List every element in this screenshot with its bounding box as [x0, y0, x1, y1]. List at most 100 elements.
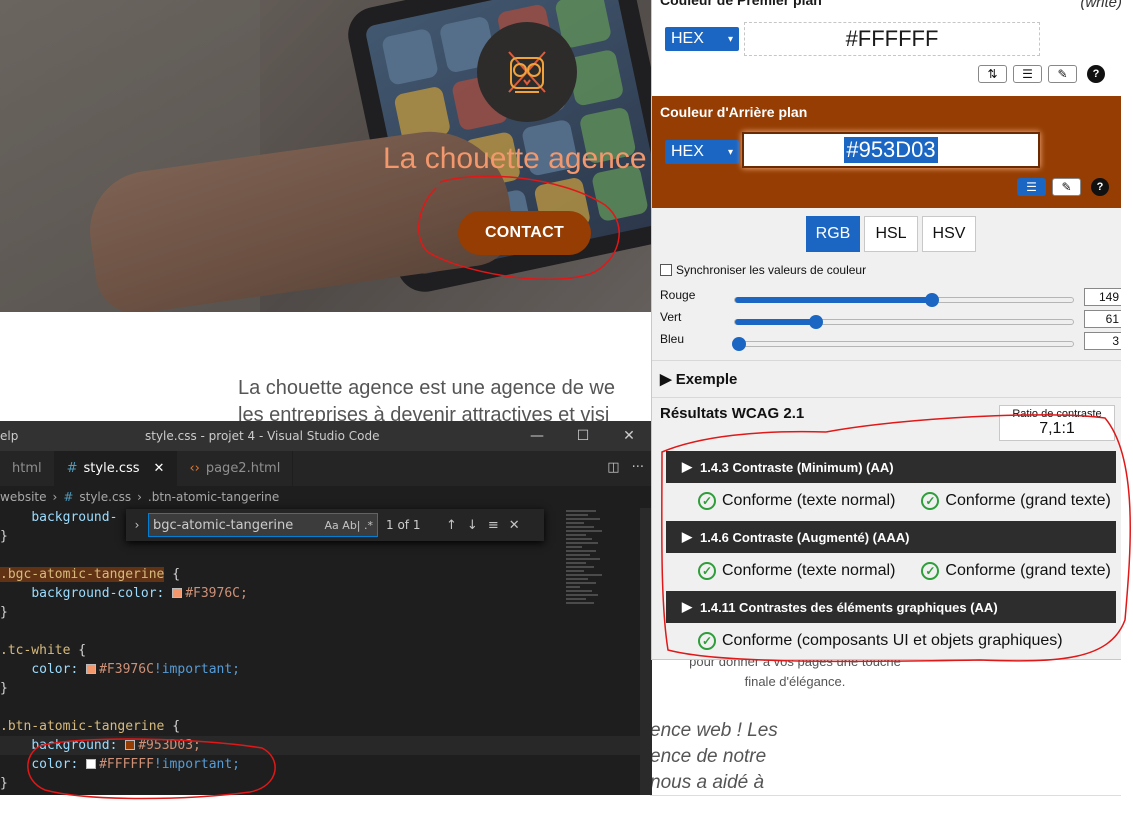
expand-triangle-icon: ▶: [682, 599, 692, 614]
criterion-1-4-3[interactable]: ▶ 1.4.3 Contraste (Minimum) (AA): [666, 451, 1116, 483]
check-icon: ✓: [698, 562, 716, 580]
find-input[interactable]: bgc-atomic-tangerine Aa Ab| .*: [148, 513, 378, 537]
check-icon: ✓: [698, 632, 716, 650]
help-icon[interactable]: ?: [1087, 65, 1105, 83]
vscode-titlebar: elp style.css - projet 4 - Visual Studio…: [0, 421, 652, 451]
swap-colors-icon[interactable]: ⇅: [978, 65, 1007, 83]
color-swatch[interactable]: [125, 740, 136, 750]
minimap[interactable]: [566, 508, 614, 795]
owl-logo: [477, 22, 577, 122]
testimonial-line1: ence web ! Les: [650, 720, 778, 741]
close-tab-icon[interactable]: ✕: [154, 461, 165, 476]
foreground-section: Couleur de Premier plan (write) HEX ▾ #F…: [652, 0, 1121, 96]
css-file-icon: #: [63, 490, 74, 504]
result-row: ✓ Conforme (texte normal) ✓ Conforme (gr…: [698, 492, 1111, 510]
menu-help[interactable]: elp: [0, 429, 18, 443]
check-icon: ✓: [921, 492, 940, 510]
tab-hsv[interactable]: HSV: [922, 216, 976, 252]
foreground-format-select[interactable]: HEX ▾: [665, 27, 739, 51]
vscode-window: elp style.css - projet 4 - Visual Studio…: [0, 421, 652, 795]
help-icon[interactable]: ?: [1091, 178, 1109, 196]
background-title: Couleur d'Arrière plan: [660, 104, 808, 120]
foreground-title: Couleur de Premier plan: [660, 0, 822, 8]
contrast-ratio-value: 7,1:1: [1039, 420, 1075, 437]
expand-triangle-icon: ▶: [682, 459, 692, 474]
expand-triangle-icon: ▶: [682, 529, 692, 544]
close-icon[interactable]: ✕: [606, 421, 652, 451]
window-title: style.css - projet 4 - Visual Studio Cod…: [145, 429, 380, 443]
color-swatch[interactable]: [172, 588, 183, 598]
color-mode-tabs: RGB HSL HSV: [806, 216, 976, 252]
tab-label: page2.html: [205, 461, 281, 476]
html-file-icon: ‹›: [189, 461, 200, 476]
eyedropper-icon[interactable]: ✎: [1052, 178, 1081, 196]
chevron-down-icon: ▾: [727, 146, 733, 158]
breadcrumb-sep-icon: ›: [52, 490, 58, 504]
contrast-checker-panel: Couleur de Premier plan (write) HEX ▾ #F…: [651, 0, 1121, 660]
check-icon: ✓: [921, 562, 940, 580]
eyedropper-icon[interactable]: ✎: [1048, 65, 1077, 83]
slider-blue: Bleu 3: [660, 332, 1121, 354]
sync-colors: Synchroniser les valeurs de couleur: [660, 263, 866, 277]
hero-title: La chouette agence: [383, 142, 647, 175]
color-swatch[interactable]: [86, 664, 97, 674]
background-section: Couleur d'Arrière plan HEX ▾ #953D03 ☰ ✎…: [652, 96, 1121, 208]
tab-rgb[interactable]: RGB: [806, 216, 860, 252]
split-editor-icon[interactable]: ◫: [607, 460, 619, 475]
foreground-hex-input[interactable]: #FFFFFF: [744, 22, 1040, 56]
blue-slider[interactable]: [731, 337, 1074, 351]
slider-red: Rouge 149: [660, 288, 1121, 310]
search-match: .bgc-atomic-tangerine: [0, 567, 165, 582]
criterion-1-4-11[interactable]: ▶ 1.4.11 Contrastes des éléments graphiq…: [666, 591, 1116, 623]
tab-hsl[interactable]: HSL: [864, 216, 918, 252]
match-count: 1 of 1: [386, 518, 421, 532]
green-slider[interactable]: [734, 315, 1074, 329]
owl-icon: [508, 51, 546, 93]
previous-match-icon[interactable]: ↑: [446, 518, 457, 533]
red-slider[interactable]: [734, 293, 1074, 307]
chevron-down-icon: ▾: [727, 33, 733, 45]
blue-value-input[interactable]: 3: [1084, 332, 1121, 350]
next-match-icon[interactable]: ↓: [467, 518, 478, 533]
slider-green: Vert 61: [660, 310, 1121, 332]
breadcrumb-folder[interactable]: website: [0, 490, 47, 504]
color-swatch[interactable]: [86, 759, 97, 769]
wcag-results-title: Résultats WCAG 2.1: [660, 405, 805, 422]
tab-page2-html[interactable]: ‹› page2.html: [177, 451, 294, 486]
contact-button[interactable]: CONTACT: [458, 211, 591, 255]
minimize-icon[interactable]: —: [514, 421, 560, 451]
result-row: ✓ Conforme (texte normal) ✓ Conforme (gr…: [698, 562, 1111, 580]
foreground-hint: (write): [1080, 0, 1121, 11]
editor-tabs: html # style.css ✕ ‹› page2.html ◫ ···: [0, 451, 652, 486]
breadcrumb-sep-icon: ›: [137, 490, 142, 504]
find-options-icons[interactable]: Aa Ab| .*: [325, 519, 377, 532]
small-text-line2: finale d'élégance.: [744, 674, 846, 689]
contrast-ratio-box: Ratio de contraste 7,1:1: [999, 405, 1115, 441]
intro-text-line1: La chouette agence est une agence de we: [238, 377, 615, 399]
sliders-icon[interactable]: ☰: [1017, 178, 1046, 196]
background-hex-input[interactable]: #953D03: [742, 132, 1040, 168]
green-value-input[interactable]: 61: [1084, 310, 1121, 328]
red-value-input[interactable]: 149: [1084, 288, 1121, 306]
sliders-icon[interactable]: ☰: [1013, 65, 1042, 83]
breadcrumb-file[interactable]: style.css: [79, 490, 131, 504]
close-find-icon[interactable]: ✕: [509, 518, 520, 533]
contrast-ratio-label: Ratio de contraste: [1012, 408, 1102, 420]
testimonial-text: ence web ! Les ence de notre nous a aidé…: [650, 718, 778, 796]
result-row: ✓ Conforme (composants UI et objets grap…: [698, 632, 1063, 650]
maximize-icon[interactable]: ☐: [560, 421, 606, 451]
code-editor[interactable]: background- } .bgc-atomic-tangerine { ba…: [0, 508, 652, 793]
breadcrumb-symbol[interactable]: .btn-atomic-tangerine: [148, 490, 279, 504]
background-format-select[interactable]: HEX ▾: [665, 140, 739, 164]
criterion-1-4-6[interactable]: ▶ 1.4.6 Contraste (Augmenté) (AAA): [666, 521, 1116, 553]
tab-html[interactable]: html: [0, 451, 55, 486]
tab-style-css[interactable]: # style.css ✕: [54, 451, 178, 486]
find-in-selection-icon[interactable]: ≡: [488, 518, 499, 533]
css-file-icon: #: [66, 461, 78, 476]
check-icon: ✓: [698, 492, 716, 510]
sync-checkbox[interactable]: [660, 264, 672, 276]
toggle-replace-icon[interactable]: ›: [126, 518, 148, 532]
more-actions-icon[interactable]: ···: [632, 460, 644, 475]
testimonial-line2: ence de notre: [650, 746, 767, 767]
exemple-toggle[interactable]: ▶ Exemple: [660, 370, 737, 388]
